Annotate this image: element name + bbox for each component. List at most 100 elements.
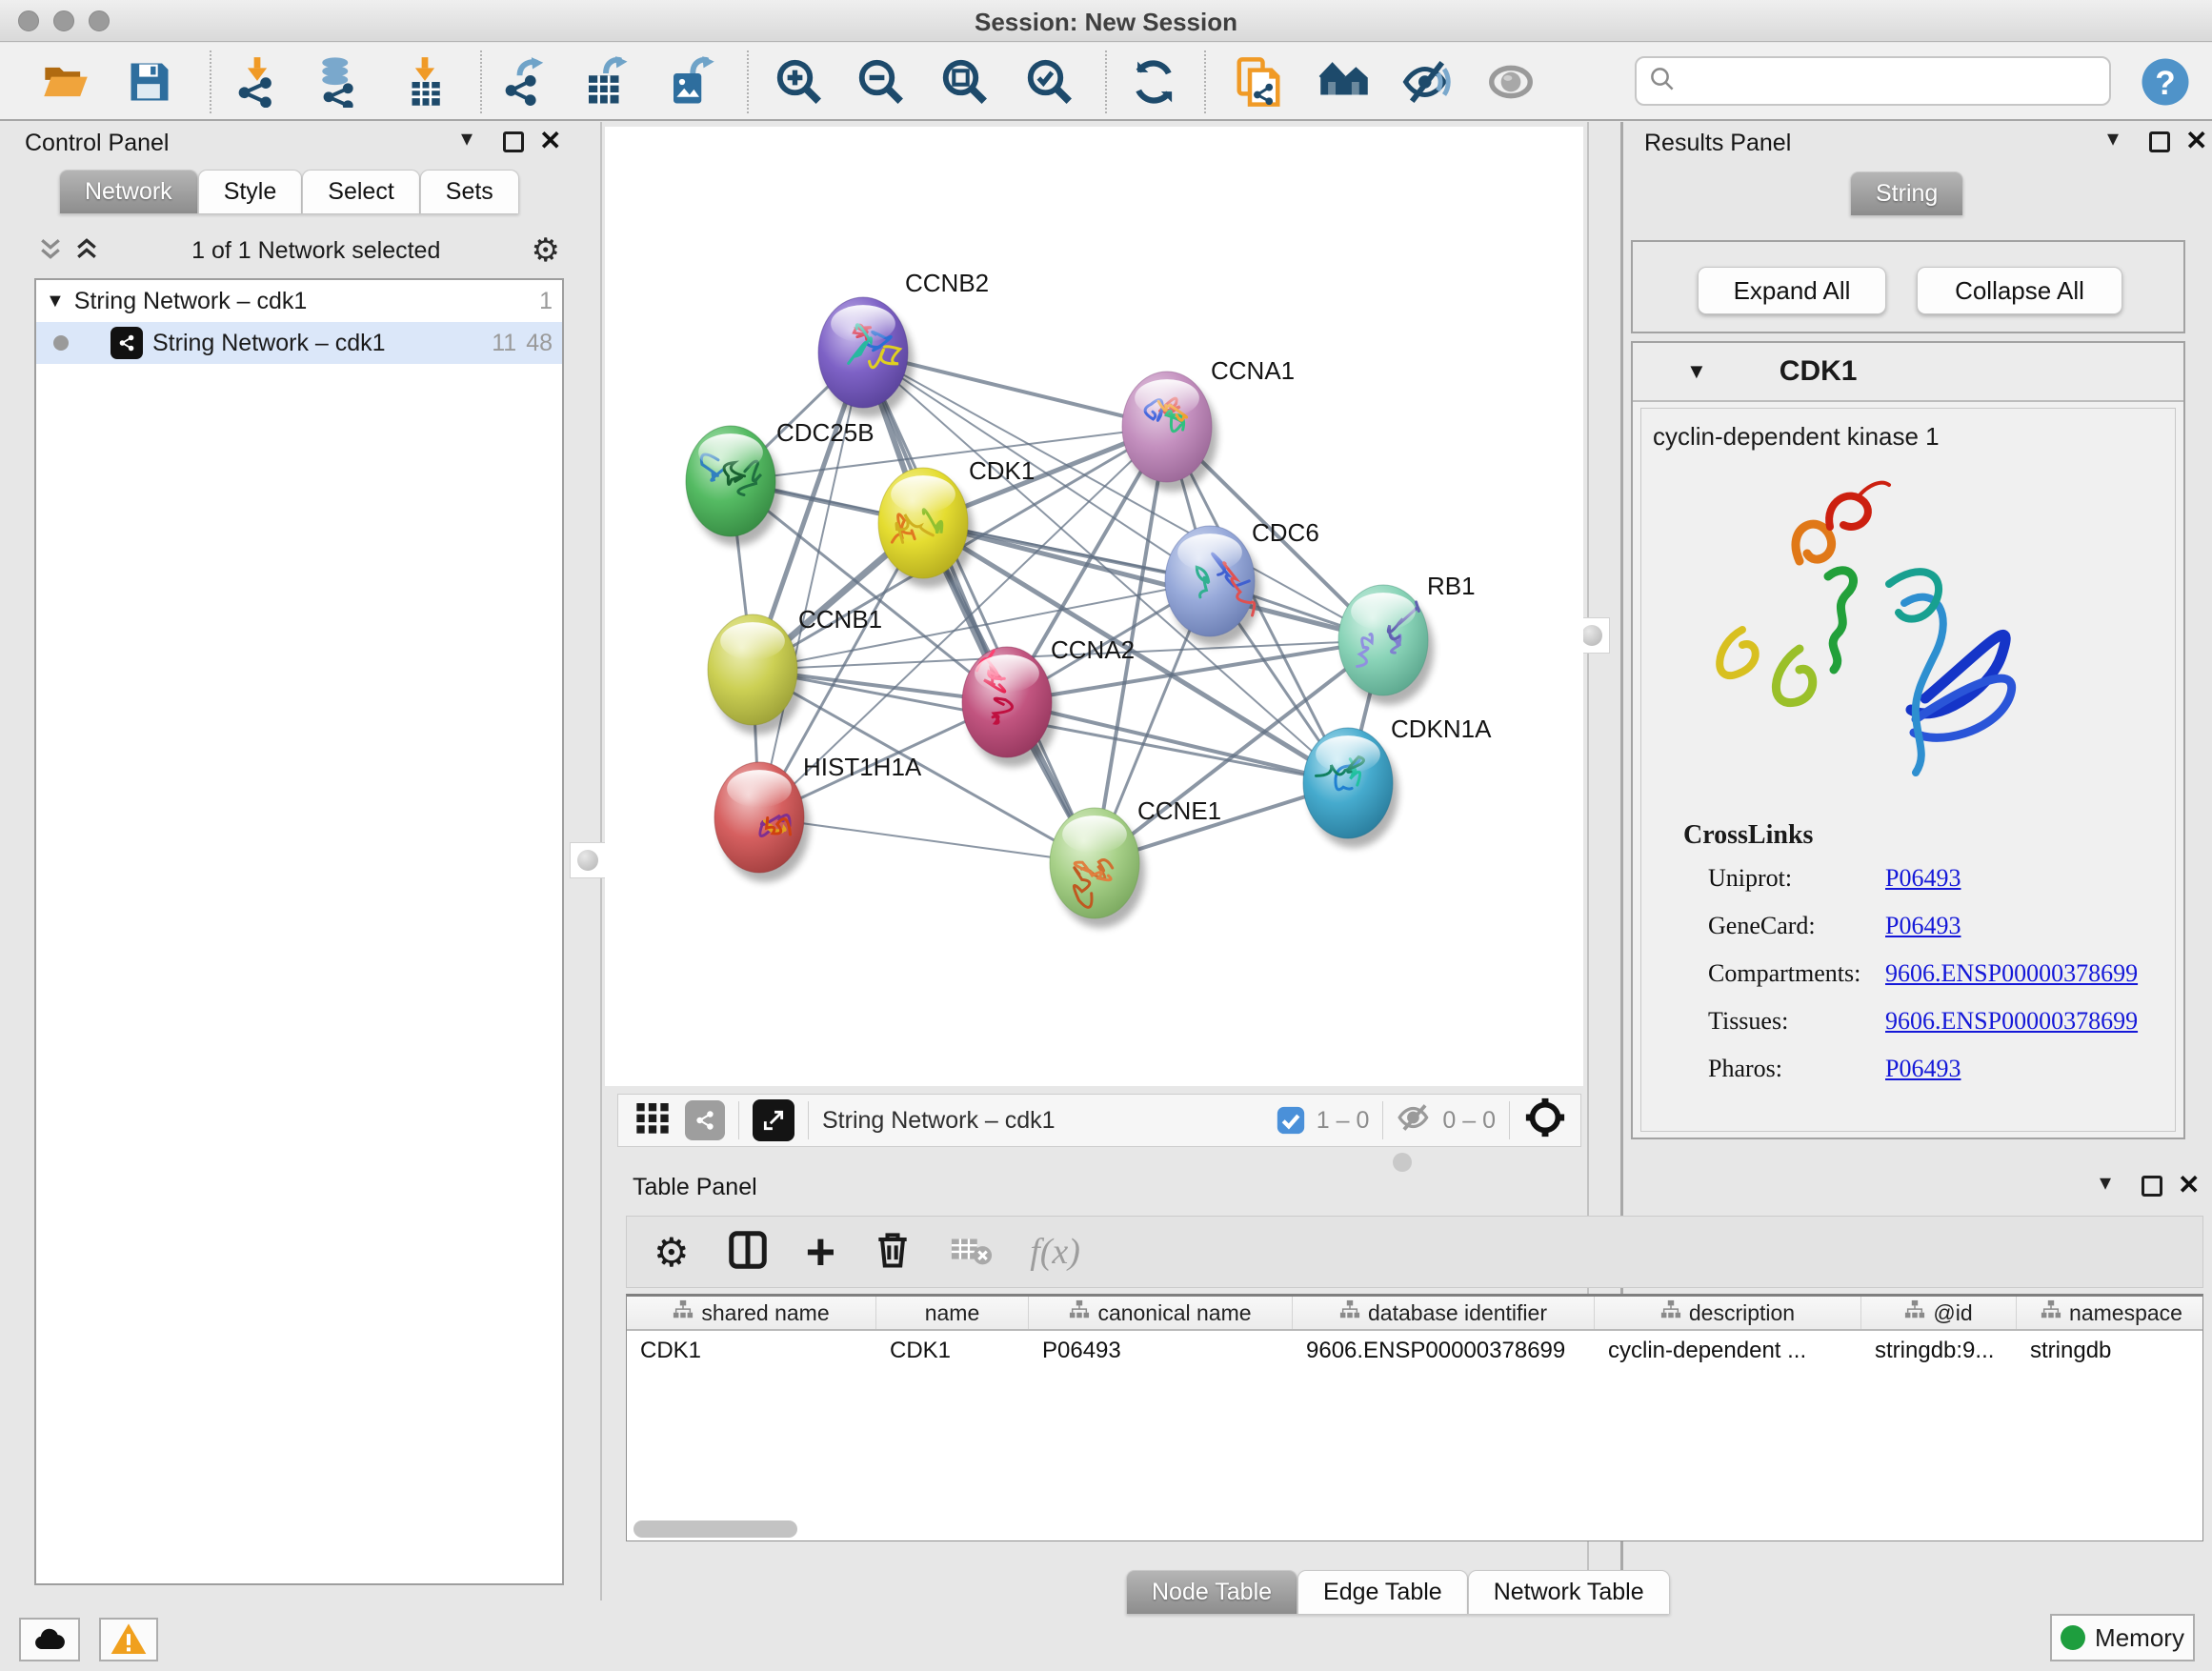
column-header-id[interactable]: @id <box>1861 1297 2017 1329</box>
table-cell[interactable]: cyclin-dependent ... <box>1595 1331 1861 1371</box>
collapse-panel-icon[interactable]: ▾ <box>461 128 473 151</box>
collapse-all-icon[interactable] <box>36 234 65 268</box>
table-cell[interactable]: 9606.ENSP00000378699 <box>1293 1331 1595 1371</box>
node-RB1[interactable]: RB1 <box>1338 572 1476 705</box>
crosslink-value-link[interactable]: P06493 <box>1885 1055 1961 1083</box>
node-table[interactable]: shared namenamecanonical namedatabase id… <box>626 1294 2203 1541</box>
delete-table-icon[interactable] <box>950 1228 994 1277</box>
close-panel-icon[interactable]: ✕ <box>539 125 561 156</box>
edge-CCNA2-CDKN1A[interactable] <box>1007 702 1348 783</box>
node-CDKN1A[interactable]: CDKN1A <box>1303 715 1492 848</box>
left-splitter-handle[interactable] <box>570 842 606 878</box>
node-CCNE1[interactable]: CCNE1 <box>1050 796 1221 928</box>
search-input[interactable] <box>1684 68 2094 94</box>
import-network-icon[interactable] <box>230 54 285 110</box>
tree-expander-icon[interactable]: ▼ <box>46 291 65 312</box>
duplicate-network-icon[interactable] <box>1231 54 1286 110</box>
hidden-eye-icon[interactable] <box>1397 1099 1433 1142</box>
crosslink-value-link[interactable]: 9606.ENSP00000378699 <box>1885 959 2138 988</box>
export-network-icon[interactable] <box>496 54 552 110</box>
table-row[interactable]: CDK1CDK1P064939606.ENSP00000378699cyclin… <box>627 1331 2202 1371</box>
memory-button[interactable]: Memory <box>2050 1614 2195 1661</box>
crosslink-value-link[interactable]: P06493 <box>1885 864 1961 893</box>
expand-all-icon[interactable] <box>72 234 101 268</box>
import-network-database-icon[interactable] <box>310 54 365 110</box>
tab-node-table[interactable]: Node Table <box>1126 1570 1297 1614</box>
network-collection-row[interactable]: ▼ String Network – cdk1 1 <box>36 280 562 322</box>
column-header-namespace[interactable]: namespace <box>2017 1297 2203 1329</box>
crosslink-row: Pharos:P06493 <box>1708 1055 2165 1083</box>
table-options-gear-icon[interactable]: ⚙ <box>654 1229 690 1276</box>
collapse-all-button[interactable]: Collapse All <box>1917 267 2122 314</box>
zoom-in-icon[interactable] <box>772 54 827 110</box>
fit-selected-crosshair-icon[interactable] <box>1523 1096 1567 1146</box>
tab-network-table[interactable]: Network Table <box>1468 1570 1670 1614</box>
tab-network[interactable]: Network <box>59 170 198 213</box>
help-icon[interactable]: ? <box>2138 54 2193 110</box>
grid-view-icon[interactable] <box>633 1098 672 1143</box>
delete-column-icon[interactable] <box>872 1229 914 1276</box>
network-options-gear-icon[interactable]: ⚙ <box>532 232 560 270</box>
refresh-layout-icon[interactable] <box>1126 54 1181 110</box>
float-panel-icon[interactable] <box>2142 1176 2162 1197</box>
node-label-CCNA2: CCNA2 <box>1051 635 1135 664</box>
hide-selection-icon[interactable] <box>1399 54 1455 110</box>
show-hidden-icon[interactable] <box>1483 54 1538 110</box>
column-header-shared-name[interactable]: shared name <box>627 1297 876 1329</box>
add-column-icon[interactable]: + <box>806 1233 836 1271</box>
column-header-name[interactable]: name <box>876 1297 1029 1329</box>
crosslink-value-link[interactable]: P06493 <box>1885 912 1961 940</box>
function-builder-icon[interactable]: f(x) <box>1030 1231 1080 1273</box>
tab-style[interactable]: Style <box>198 170 303 213</box>
import-table-icon[interactable] <box>397 54 452 110</box>
column-header-description[interactable]: description <box>1595 1297 1861 1329</box>
tab-sets[interactable]: Sets <box>420 170 519 213</box>
collapse-panel-icon[interactable]: ▾ <box>2107 128 2119 151</box>
float-panel-icon[interactable] <box>503 131 524 152</box>
table-cell[interactable]: stringdb <box>2017 1331 2203 1371</box>
open-session-icon[interactable] <box>38 54 93 110</box>
table-cell[interactable]: CDK1 <box>627 1331 876 1371</box>
zoom-fit-icon[interactable] <box>937 54 993 110</box>
gene-header-row[interactable]: ▼ CDK1 <box>1633 343 2183 402</box>
crosslink-value-link[interactable]: 9606.ENSP00000378699 <box>1885 1007 2138 1036</box>
node-CDK1[interactable]: CDK1 <box>878 456 1035 588</box>
column-header-canonical-name[interactable]: canonical name <box>1029 1297 1293 1329</box>
crosslink-row: Uniprot:P06493 <box>1708 864 2165 893</box>
collapse-entry-icon[interactable]: ▼ <box>1686 359 1707 384</box>
first-neighbors-icon[interactable] <box>1317 54 1372 110</box>
network-canvas[interactable]: CCNB2 CCNA1 CDC25BCDK1 CDC6RB1 CCNB1 CCNA2 CDK… <box>605 127 1583 1086</box>
export-table-icon[interactable] <box>578 54 633 110</box>
float-panel-icon[interactable] <box>2149 131 2170 152</box>
save-session-icon[interactable] <box>122 54 177 110</box>
open-in-new-icon[interactable] <box>753 1099 794 1141</box>
node-CCNB2[interactable]: CCNB2 <box>818 269 989 417</box>
node-CCNB1[interactable]: CCNB1 <box>708 605 882 735</box>
table-horizontal-scrollbar[interactable] <box>633 1520 797 1538</box>
show-columns-icon[interactable] <box>726 1228 770 1277</box>
warning-status-button[interactable] <box>99 1618 158 1661</box>
export-image-icon[interactable] <box>663 54 718 110</box>
network-badge-icon[interactable] <box>685 1100 725 1140</box>
network-row[interactable]: String Network – cdk1 11 48 <box>36 322 562 364</box>
crosslink-label: Uniprot: <box>1708 864 1885 893</box>
node-HIST1H1A[interactable]: HIST1H1A <box>714 753 922 882</box>
selected-checkbox-icon[interactable] <box>1275 1104 1307 1137</box>
table-cell[interactable]: stringdb:9... <box>1861 1331 2017 1371</box>
tab-edge-table[interactable]: Edge Table <box>1297 1570 1468 1614</box>
zoom-out-icon[interactable] <box>854 54 909 110</box>
close-panel-icon[interactable]: ✕ <box>2178 1169 2200 1200</box>
zoom-selected-icon[interactable] <box>1022 54 1077 110</box>
node-CCNA1[interactable]: CCNA1 <box>1122 356 1295 492</box>
tab-select[interactable]: Select <box>302 170 419 213</box>
column-header-database-identifier[interactable]: database identifier <box>1293 1297 1595 1329</box>
node-CDC25B[interactable]: CDC25B <box>686 418 875 546</box>
table-cell[interactable]: CDK1 <box>876 1331 1029 1371</box>
expand-all-button[interactable]: Expand All <box>1698 267 1886 314</box>
close-panel-icon[interactable]: ✕ <box>2185 125 2207 156</box>
table-cell[interactable]: P06493 <box>1029 1331 1293 1371</box>
node-CDC6[interactable]: CDC6 <box>1165 518 1319 646</box>
collapse-panel-icon[interactable]: ▾ <box>2100 1172 2111 1195</box>
cloud-status-button[interactable] <box>19 1618 80 1661</box>
tab-string[interactable]: String <box>1850 171 1963 215</box>
